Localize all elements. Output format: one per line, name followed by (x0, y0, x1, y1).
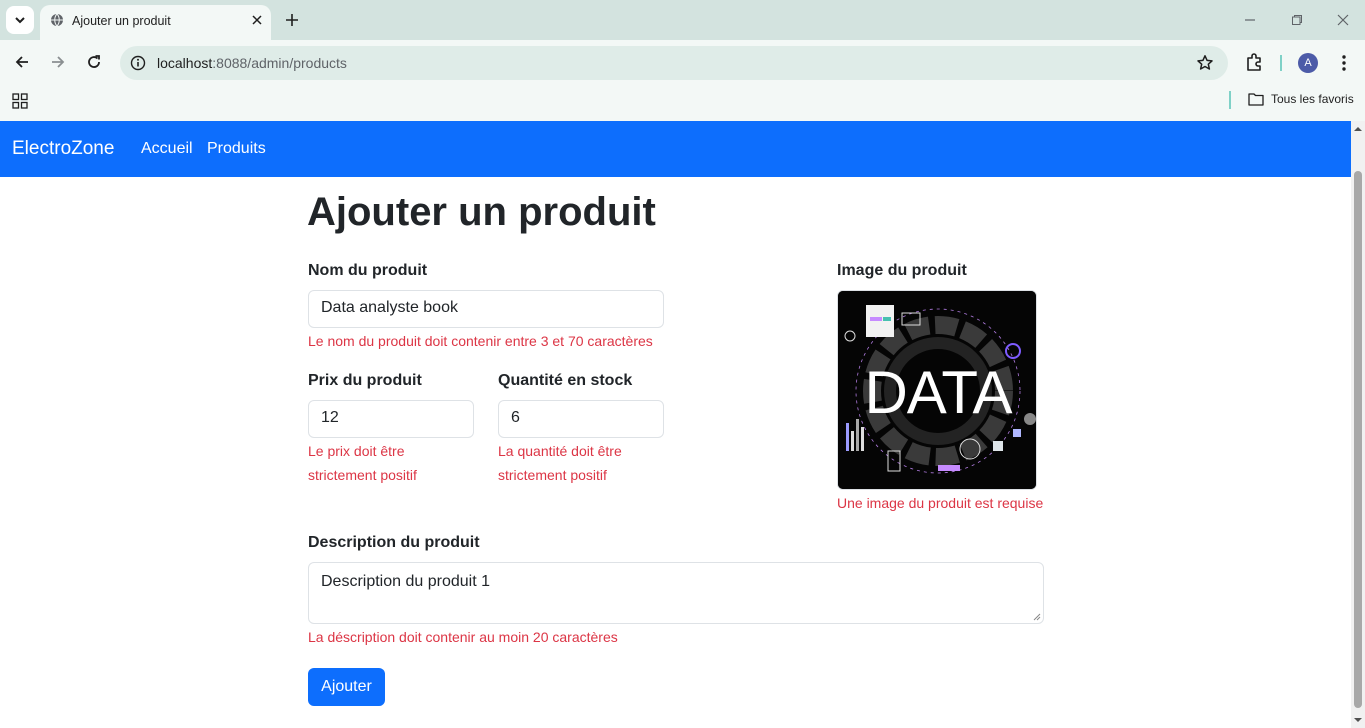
address-bar[interactable]: localhost:8088/admin/products (120, 46, 1228, 80)
close-window-icon[interactable] (1334, 11, 1352, 29)
url-path: :8088/admin/products (212, 55, 347, 71)
product-price-error-line2: strictement positif (308, 467, 417, 483)
page-title: Ajouter un produit (307, 190, 656, 234)
scrollbar-thumb[interactable] (1354, 171, 1362, 708)
folder-icon (1248, 93, 1264, 106)
bookmarks-bar: Tous les favoris (0, 85, 1365, 121)
product-name-label: Nom du produit (308, 262, 428, 279)
close-tab-icon[interactable] (248, 11, 266, 29)
extensions-icon[interactable] (1244, 52, 1264, 72)
cover-title-text: DATA (864, 359, 1012, 426)
product-name-error: Le nom du produit doit contenir entre 3 … (308, 333, 653, 349)
resize-grip-icon[interactable] (1033, 613, 1041, 621)
product-price-input[interactable]: 12 (308, 400, 474, 438)
product-image-label: Image du produit (837, 262, 967, 279)
description-error: La déscription doit contenir au moin 20 … (308, 629, 618, 645)
product-price-error-line1: Le prix doit être (308, 443, 405, 459)
product-image-preview[interactable]: DATA (837, 290, 1037, 490)
more-menu-icon[interactable] (1335, 53, 1353, 73)
stock-quantity-input[interactable]: 6 (498, 400, 664, 438)
product-name-input[interactable]: Data analyste book (308, 290, 664, 328)
new-tab-icon[interactable] (282, 10, 302, 30)
data-book-cover-image: DATA (838, 291, 1036, 489)
browser-tab-strip: Ajouter un produit (0, 0, 1365, 40)
tab-title: Ajouter un produit (72, 14, 171, 28)
forward-icon[interactable] (47, 51, 69, 73)
url-host: localhost (157, 55, 213, 71)
stock-quantity-error-line1: La quantité doit être (498, 443, 622, 459)
nav-link-accueil[interactable]: Accueil (141, 140, 193, 158)
back-icon[interactable] (11, 51, 33, 73)
chevron-down-icon (15, 17, 25, 24)
add-product-button[interactable]: Ajouter (308, 668, 385, 706)
product-price-label: Prix du produit (308, 372, 422, 389)
site-info-icon[interactable] (130, 55, 146, 71)
scroll-up-arrow-icon[interactable] (1353, 125, 1363, 133)
apps-grid-icon[interactable] (12, 93, 28, 109)
bookmarks-divider (1229, 91, 1231, 109)
description-textarea[interactable]: Description du produit 1 (308, 562, 1044, 624)
browser-toolbar: localhost:8088/admin/products (0, 40, 1365, 85)
scroll-down-arrow-icon[interactable] (1353, 716, 1363, 724)
profile-avatar[interactable]: A (1298, 53, 1318, 73)
all-bookmarks-label: Tous les favoris (1271, 92, 1354, 106)
description-label: Description du produit (308, 534, 480, 551)
globe-icon (51, 13, 63, 27)
browser-tab-active[interactable]: Ajouter un produit (40, 5, 271, 40)
url-text: localhost:8088/admin/products (157, 55, 347, 71)
nav-link-produits[interactable]: Produits (207, 140, 266, 158)
toolbar-divider (1280, 55, 1282, 71)
brand-link[interactable]: ElectroZone (12, 138, 114, 160)
stock-quantity-label: Quantité en stock (498, 372, 633, 389)
stock-quantity-error-line2: strictement positif (498, 467, 607, 483)
restore-icon[interactable] (1288, 11, 1306, 29)
description-text: Description du produit 1 (321, 573, 490, 590)
product-image-error: Une image du produit est requise (837, 495, 1044, 511)
reload-icon[interactable] (83, 51, 105, 73)
app-navbar: ElectroZone Accueil Produits (0, 121, 1351, 177)
minimize-icon[interactable] (1241, 11, 1259, 29)
bookmark-star-icon[interactable] (1196, 54, 1214, 72)
tab-search-button[interactable] (6, 6, 34, 34)
all-bookmarks-button[interactable]: Tous les favoris (1248, 92, 1354, 106)
